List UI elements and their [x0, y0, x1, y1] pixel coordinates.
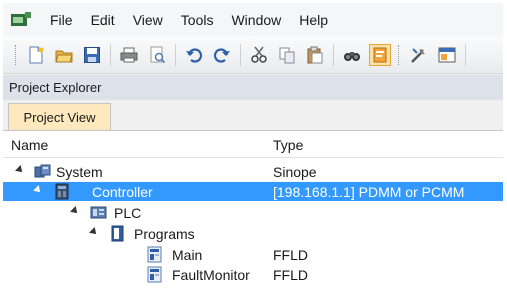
paste-icon[interactable] — [304, 44, 326, 66]
app-icon — [11, 11, 31, 28]
save-icon[interactable] — [81, 44, 103, 66]
tree-row-plc[interactable]: PLC — [3, 203, 503, 222]
tree-type: Sinope — [273, 164, 317, 180]
cut-icon[interactable] — [248, 44, 270, 66]
toolbar-separator — [240, 43, 241, 66]
project-tree-grid: Name Type System Sinope Controller [198.… — [3, 131, 503, 289]
menu-bar: File Edit View Tools Window Help — [3, 3, 503, 36]
tree-type: FFLD — [273, 247, 308, 263]
settings-icon[interactable] — [408, 44, 430, 66]
expand-arrow-icon[interactable] — [70, 206, 80, 216]
tree-row-main[interactable]: Main FFLD — [3, 245, 503, 264]
plc-icon — [90, 204, 107, 221]
tree-row-system[interactable]: System Sinope — [3, 162, 503, 181]
menu-help[interactable]: Help — [290, 12, 337, 28]
find-icon[interactable] — [341, 44, 363, 66]
program-icon — [146, 246, 163, 263]
print-icon[interactable] — [118, 44, 140, 66]
programs-icon — [109, 225, 126, 242]
tree-label: Main — [172, 247, 203, 263]
tree-label: Programs — [134, 226, 195, 242]
menu-window[interactable]: Window — [222, 12, 290, 28]
open-icon[interactable] — [53, 44, 75, 66]
menu-edit[interactable]: Edit — [82, 12, 124, 28]
menu-file[interactable]: File — [41, 12, 82, 28]
tab-project-view[interactable]: Project View — [8, 103, 111, 130]
new-icon[interactable] — [25, 44, 47, 66]
toolbar-separator — [333, 43, 334, 66]
expand-arrow-icon[interactable] — [89, 227, 99, 237]
toolbar — [3, 36, 503, 74]
print-preview-icon[interactable] — [146, 44, 168, 66]
undo-icon[interactable] — [183, 44, 205, 66]
toolbar-separator — [175, 43, 176, 66]
column-name-header[interactable]: Name — [11, 137, 48, 153]
toolbar-grip[interactable] — [398, 44, 401, 65]
menu-view[interactable]: View — [124, 12, 172, 28]
tree-label: Controller — [92, 184, 153, 200]
tree-type: FFLD — [273, 267, 308, 283]
controller-icon — [54, 183, 71, 200]
tab-strip: Project View — [3, 100, 503, 131]
tree-row-programs[interactable]: Programs — [3, 224, 503, 243]
panel-title: Project Explorer — [3, 75, 503, 100]
tree-row-controller[interactable]: Controller [198.168.1.1] PDMM or PCMM — [3, 182, 503, 201]
toolbar-separator — [110, 43, 111, 66]
redo-icon[interactable] — [211, 44, 233, 66]
column-header: Name Type — [3, 131, 503, 158]
system-icon — [34, 163, 51, 180]
tree-label: System — [56, 164, 103, 180]
application-window: File Edit View Tools Window Help Project… — [3, 3, 503, 289]
tree-label: FaultMonitor — [172, 267, 250, 283]
tree-type: [198.168.1.1] PDMM or PCMM — [273, 184, 465, 200]
window-icon[interactable] — [436, 44, 458, 66]
tree-row-faultmonitor[interactable]: FaultMonitor FFLD — [3, 265, 503, 284]
expand-arrow-icon[interactable] — [33, 185, 43, 195]
program-icon — [146, 266, 163, 283]
toolbar-separator — [465, 43, 466, 66]
column-type-header[interactable]: Type — [273, 137, 303, 153]
tree-label: PLC — [114, 205, 142, 221]
menu-tools[interactable]: Tools — [172, 12, 223, 28]
expand-arrow-icon[interactable] — [15, 165, 25, 175]
copy-icon[interactable] — [276, 44, 298, 66]
project-explorer-icon[interactable] — [369, 43, 391, 66]
toolbar-grip[interactable] — [15, 44, 18, 65]
